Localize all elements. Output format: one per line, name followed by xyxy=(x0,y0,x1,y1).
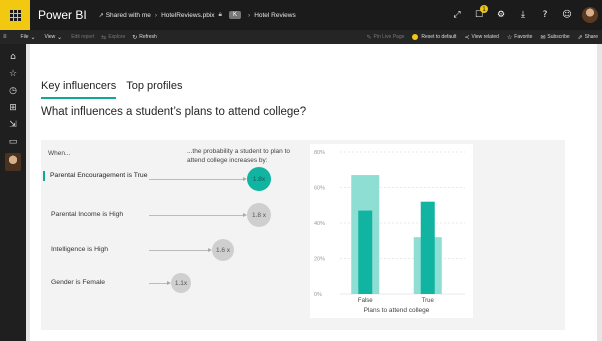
refresh-button[interactable]: ↻ Refresh xyxy=(132,34,157,41)
y-tick-label: 80% xyxy=(314,150,325,156)
chevron-down-icon: ⌄ xyxy=(55,33,63,41)
visual-tabs: Key influencers Top profiles xyxy=(41,80,192,99)
reset-to-default-button[interactable]: Reset to default xyxy=(412,34,456,40)
subscribe-button[interactable]: ✉ Subscribe xyxy=(540,34,569,41)
when-label: When... xyxy=(48,150,71,157)
influencer-label: Parental Income is High xyxy=(51,211,124,218)
breadcrumb: ↗ Shared with me › HotelReviews.pbix 🔒︎ … xyxy=(99,11,296,19)
x-axis-label: Plans to attend college xyxy=(364,307,430,314)
settings-icon[interactable]: ⚙ xyxy=(490,0,512,30)
pin-live-page-button[interactable]: ✎ Pin Live Page xyxy=(367,34,405,41)
report-page: Key influencers Top profiles What influe… xyxy=(30,44,597,341)
influencer-connector xyxy=(149,250,209,251)
influencer-row[interactable]: Parental Encouragement is True xyxy=(43,171,161,181)
apps-icon[interactable]: ⊞ xyxy=(0,99,26,116)
sensitivity-pill[interactable]: K xyxy=(229,11,242,19)
tab-key-influencers[interactable]: Key influencers xyxy=(41,80,117,99)
lock-icon: 🔒︎ xyxy=(218,11,222,18)
notifications-icon[interactable]: ☐ 1 xyxy=(468,0,490,30)
favorite-button[interactable]: ☆ Favorite xyxy=(507,34,532,41)
influencer-row[interactable]: Parental Income is High xyxy=(51,210,123,220)
recent-icon[interactable]: ◷ xyxy=(0,82,26,99)
attend-college-chart[interactable]: 0% 20% 40% 60% 80% False True Plans to attend c… xyxy=(310,144,473,318)
influence-bubble[interactable]: 1.6 x xyxy=(212,239,234,261)
favorites-icon[interactable]: ☆ xyxy=(0,65,26,82)
file-menu[interactable]: File ⌄ xyxy=(21,34,38,41)
influencer-connector xyxy=(149,215,244,216)
explore-menu[interactable]: ⇆ Explore xyxy=(101,34,125,41)
y-tick-label: 0% xyxy=(314,292,322,298)
pin-icon: ✎ xyxy=(366,33,372,41)
action-bar-right: ✎ Pin Live Page Reset to default ≺ View re… xyxy=(359,30,598,44)
view-menu[interactable]: View ⌄ xyxy=(45,34,65,41)
influencer-label: Parental Encouragement is True xyxy=(50,172,148,179)
help-icon[interactable]: ? xyxy=(534,0,556,30)
influencer-connector xyxy=(149,283,168,284)
action-bar: ≡ File ⌄ View ⌄ Edit report ⇆ Explore ↻ Re… xyxy=(0,30,602,44)
breadcrumb-shared[interactable]: Shared with me xyxy=(106,12,151,19)
brand-title: Power BI xyxy=(38,8,87,22)
influencer-connector xyxy=(149,179,244,180)
x-tick-label: False xyxy=(358,298,373,304)
related-icon: ≺ xyxy=(464,33,470,41)
share-icon: ⇗ xyxy=(577,33,583,41)
expand-icon[interactable]: ⤢ xyxy=(446,0,468,30)
bar xyxy=(420,201,435,294)
key-influencers-visual: When... ...the probability a student to … xyxy=(41,140,565,330)
y-tick-label: 40% xyxy=(314,221,325,227)
view-related-button[interactable]: ≺ View related xyxy=(464,34,498,41)
notification-badge: 1 xyxy=(480,5,488,13)
explore-icon: ⇆ xyxy=(101,33,107,41)
bar xyxy=(358,210,373,294)
mail-icon: ✉ xyxy=(540,33,546,41)
workspaces-icon[interactable]: ▭ xyxy=(0,133,26,150)
top-bar: Power BI ↗ Shared with me › HotelReviews… xyxy=(0,0,602,30)
user-avatar[interactable] xyxy=(582,7,598,23)
breadcrumb-separator: › xyxy=(248,11,251,19)
edit-report-button[interactable]: Edit report xyxy=(71,34,94,40)
reset-icon xyxy=(412,34,419,40)
download-icon[interactable]: ⤓ xyxy=(512,0,534,30)
y-tick-label: 20% xyxy=(314,257,325,263)
share-button[interactable]: ⇗ Share xyxy=(578,34,598,41)
top-icons: ⤢ ☐ 1 ⚙ ⤓ ? ☺ xyxy=(446,0,602,30)
left-nav: ⌂ ☆ ◷ ⊞ ⇲ ▭ xyxy=(0,44,26,341)
hamburger-icon[interactable]: ≡ xyxy=(3,34,7,40)
power-bi-app: Power BI ↗ Shared with me › HotelReviews… xyxy=(0,0,602,341)
chart-svg: 0% 20% 40% 60% 80% False True Plans to attend c… xyxy=(314,150,465,314)
home-icon[interactable]: ⌂ xyxy=(0,48,26,65)
influencer-label: Gender is Female xyxy=(51,279,106,286)
chevron-down-icon: ⌄ xyxy=(28,33,36,41)
influence-bubble[interactable]: 1.8x xyxy=(247,167,271,191)
report-canvas: Key influencers Top profiles What influe… xyxy=(26,44,602,341)
influencer-row[interactable]: Intelligence is High xyxy=(51,245,108,255)
influence-bubble[interactable]: 1.1x xyxy=(171,273,191,293)
analysis-question[interactable]: What influences a student’s plans to att… xyxy=(41,106,306,118)
workspace-avatar[interactable] xyxy=(5,153,21,171)
breadcrumb-separator: › xyxy=(154,11,158,19)
refresh-icon: ↻ xyxy=(132,33,138,41)
influencer-row[interactable]: Gender is Female xyxy=(51,278,105,288)
tab-top-profiles[interactable]: Top profiles xyxy=(126,80,182,99)
probability-label: ...the probability a student to plan to … xyxy=(187,148,290,164)
breadcrumb-file[interactable]: HotelReviews.pbix xyxy=(161,12,214,19)
influencer-label: Intelligence is High xyxy=(51,246,109,253)
y-tick-label: 60% xyxy=(314,186,325,192)
x-tick-label: True xyxy=(422,298,435,304)
star-icon: ☆ xyxy=(506,33,513,41)
feedback-icon[interactable]: ☺ xyxy=(556,0,578,30)
waffle-icon xyxy=(9,9,21,21)
influence-bubble[interactable]: 1.8 x xyxy=(247,203,271,227)
breadcrumb-report[interactable]: Hotel Reviews xyxy=(254,12,296,19)
app-launcher-button[interactable] xyxy=(0,0,30,30)
shared-icon[interactable]: ⇲ xyxy=(0,116,26,133)
share-icon: ↗ xyxy=(98,11,104,19)
